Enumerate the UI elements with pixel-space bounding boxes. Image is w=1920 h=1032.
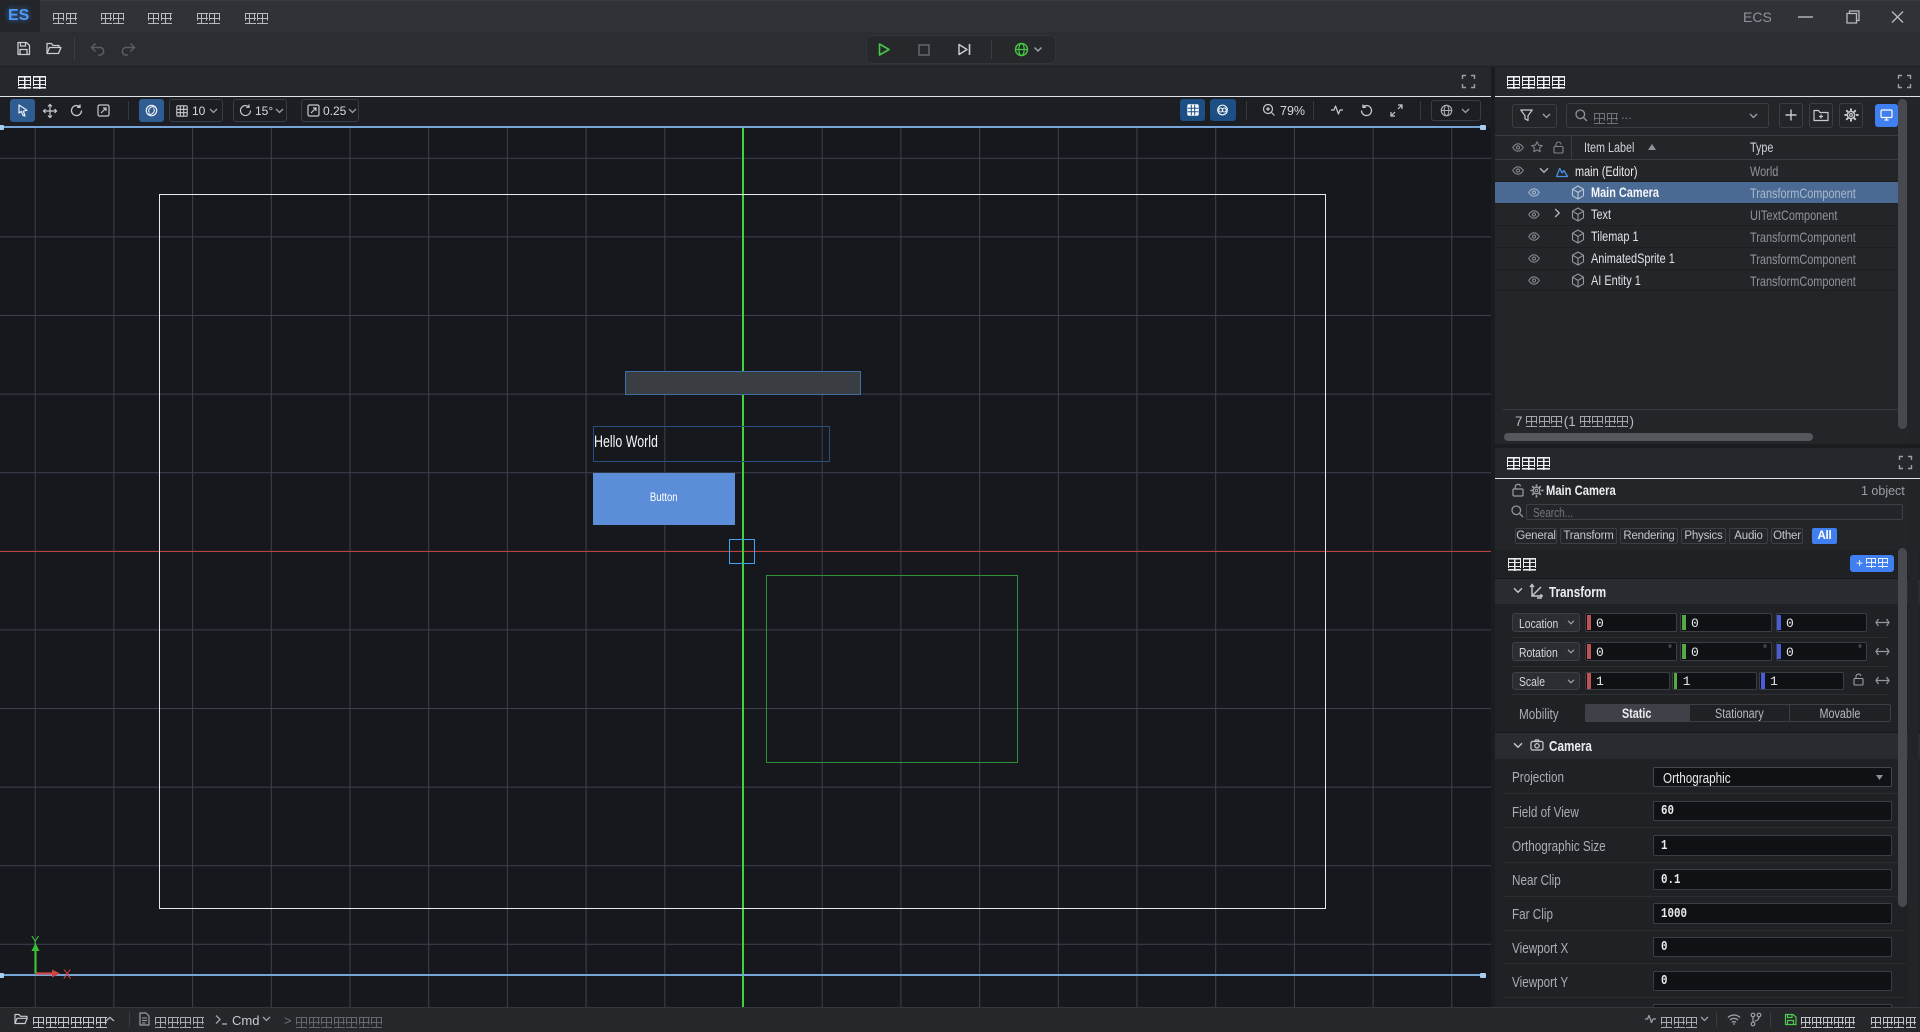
svg-text:X: X — [63, 968, 72, 982]
svg-text:Y: Y — [31, 934, 40, 948]
